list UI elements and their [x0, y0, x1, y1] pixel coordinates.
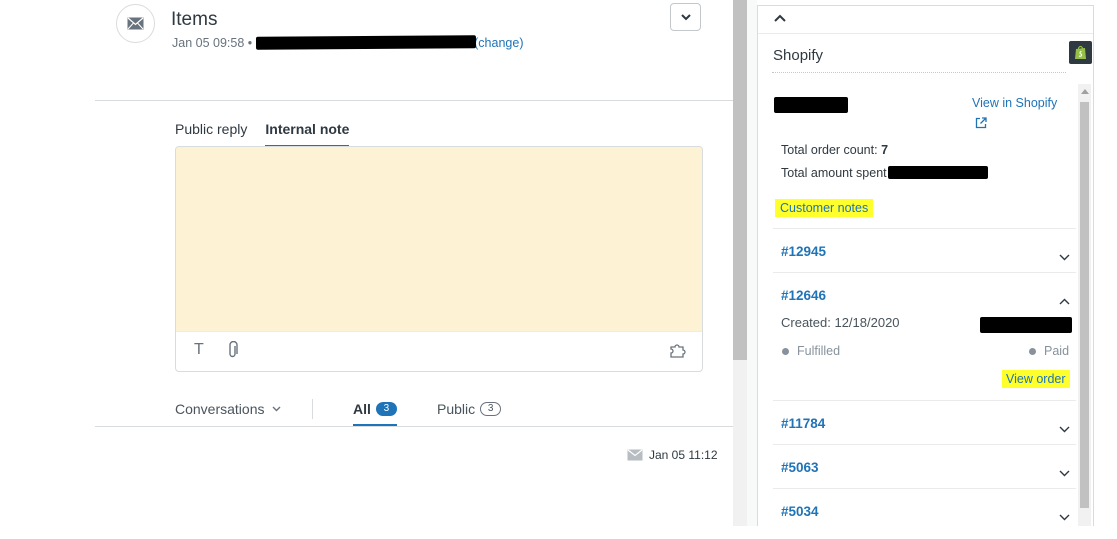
shopify-app-panel: Shopify View in Shopify Total order coun… [757, 5, 1094, 526]
editor-toolbar: T [176, 331, 702, 371]
order-id-link[interactable]: #5063 [781, 460, 819, 475]
count-badge: 3 [375, 402, 397, 416]
order-row[interactable]: #11784 [773, 400, 1076, 444]
order-row[interactable]: #5063 [773, 444, 1076, 488]
order-row[interactable]: #12945 [773, 228, 1076, 272]
panel-scrollbar-thumb[interactable] [1080, 102, 1089, 508]
internal-note-editor: T [175, 146, 703, 372]
order-created-date: Created: 12/18/2020 [781, 315, 900, 330]
external-link-icon[interactable] [975, 116, 987, 134]
count-badge: 3 [480, 402, 502, 416]
main-scrollbar-thumb[interactable] [733, 0, 747, 360]
total-order-count: Total order count: 7 [781, 143, 889, 157]
tab-label: Public [437, 401, 476, 417]
order-id-link[interactable]: #11784 [781, 416, 825, 431]
pane-gap [747, 0, 757, 539]
ticket-title: Items [171, 9, 218, 30]
puzzle-icon[interactable] [669, 342, 688, 363]
ticket-options-button[interactable] [670, 3, 701, 31]
panel-top-divider [758, 33, 1093, 34]
title-underline [772, 72, 1066, 73]
ticket-date: Jan 05 09:58 • [172, 36, 253, 50]
chevron-up-icon[interactable] [774, 10, 786, 28]
order-row[interactable]: #5034 [773, 488, 1076, 526]
tab-label: All [353, 401, 371, 417]
panel-scrollbar[interactable] [1078, 84, 1091, 526]
redacted-amount [887, 166, 988, 179]
change-requester-link[interactable]: (change) [474, 36, 523, 50]
total-order-value: 7 [881, 143, 889, 157]
chevron-down-icon [272, 406, 281, 412]
message-time: Jan 05 11:12 [649, 448, 718, 462]
chevron-down-icon[interactable] [1059, 420, 1070, 438]
conversations-label: Conversations [175, 401, 265, 417]
main-scrollbar[interactable] [733, 0, 747, 526]
status-dot-icon [782, 347, 789, 355]
order-id-link[interactable]: #12646 [781, 288, 826, 303]
status-dot-icon [1029, 347, 1036, 355]
message-timestamp: Jan 05 11:12 [627, 448, 718, 462]
customer-notes-link[interactable]: Customer notes [775, 199, 874, 217]
chevron-down-icon[interactable] [1059, 248, 1070, 266]
conversations-divider [95, 426, 733, 427]
tab-conversations-all[interactable]: All 3 [353, 401, 397, 427]
redacted-customer-name [774, 97, 848, 113]
text-format-icon[interactable]: T [194, 341, 204, 359]
scroll-up-arrow-icon[interactable] [1081, 89, 1089, 94]
envelope-icon [627, 449, 643, 461]
view-in-shopify-link[interactable]: View in Shopify [972, 96, 1057, 110]
envelope-icon [127, 17, 144, 30]
total-amount-spent: Total amount spent [781, 166, 988, 180]
shopify-logo-icon [1069, 41, 1092, 64]
ticket-pane: Items Jan 05 09:58 • (change) Public repl… [0, 0, 733, 539]
chevron-down-icon[interactable] [1059, 508, 1070, 526]
chevron-down-icon [680, 13, 691, 20]
conversations-separator [312, 399, 313, 419]
chevron-up-icon[interactable] [1059, 292, 1070, 310]
redacted-requester [256, 35, 477, 50]
tab-internal-note[interactable]: Internal note [265, 121, 350, 148]
ticket-meta: Jan 05 09:58 • (change) [172, 35, 523, 50]
requester-avatar[interactable] [116, 4, 155, 43]
reply-mode-tabs: Public reply Internal note [175, 121, 350, 148]
order-id-link[interactable]: #12945 [781, 244, 826, 259]
bottom-edge [0, 526, 1117, 539]
chevron-down-icon[interactable] [1059, 464, 1070, 482]
fulfillment-status: Fulfilled [782, 344, 840, 358]
tab-public-reply[interactable]: Public reply [175, 121, 247, 148]
note-textarea[interactable] [176, 147, 702, 332]
view-order-link[interactable]: View order [1002, 370, 1070, 388]
shopify-title: Shopify [773, 47, 824, 64]
payment-status: Paid [1029, 344, 1069, 358]
redacted-order-total [980, 317, 1072, 333]
tab-conversations-public[interactable]: Public 3 [437, 401, 502, 417]
header-divider [95, 100, 733, 101]
order-id-link[interactable]: #5034 [781, 504, 819, 519]
paperclip-icon[interactable] [226, 340, 240, 364]
